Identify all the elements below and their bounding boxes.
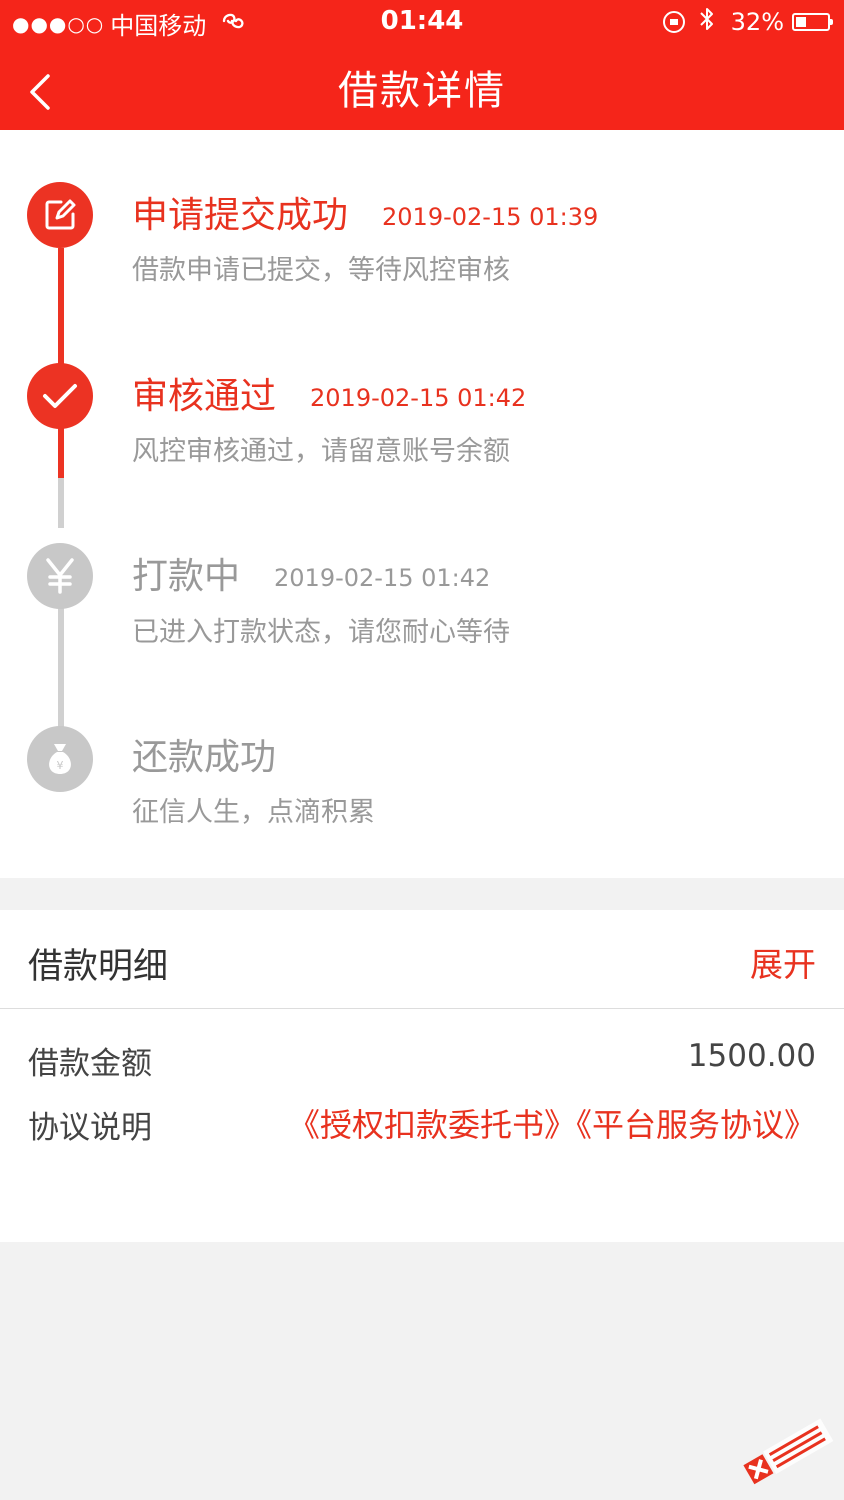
platform-service-agreement-link[interactable]: 《平台服务协议》 xyxy=(576,1106,816,1144)
loan-amount-label: 借款金额 xyxy=(28,1046,152,1082)
timeline-step-title: 审核通过 2019-02-15 01:42 xyxy=(132,376,527,417)
loan-details-header: 借款明细 展开 xyxy=(0,910,844,1009)
loan-details-title: 借款明细 xyxy=(28,947,169,987)
loan-progress-timeline: 申请提交成功 2019-02-15 01:39 借款申请已提交，等待风控审核 审核… xyxy=(0,130,844,878)
expand-button[interactable]: 展开 xyxy=(750,938,816,986)
timeline-step-desc: 风控审核通过，请留意账号余额 xyxy=(132,436,510,467)
battery-icon xyxy=(792,13,833,31)
loan-details-card: 借款明细 展开 借款金额 1500.00 协议说明 《授权扣款委托书》《平台服务… xyxy=(0,910,844,1242)
timeline-step-time: 2019-02-15 01:42 xyxy=(274,564,491,592)
timeline-step-time: 2019-02-15 01:42 xyxy=(310,384,527,412)
app-header: ●●●○○ 中国移动 01:44 32% 借款详情 xyxy=(0,0,844,130)
timeline-connector-pending xyxy=(58,600,64,730)
loan-amount-value: 1500.00 xyxy=(687,1038,816,1074)
agreement-links: 《授权扣款委托书》《平台服务协议》 xyxy=(288,1100,816,1146)
page-title: 借款详情 xyxy=(338,68,506,114)
timeline-connector-pending xyxy=(58,478,64,528)
check-icon xyxy=(27,363,93,429)
timeline-step-desc: 征信人生，点滴积累 xyxy=(132,797,375,828)
money-bag-icon: ¥ xyxy=(27,726,93,792)
timeline-step-title: 申请提交成功 2019-02-15 01:39 xyxy=(132,195,599,236)
timeline-step-time: 2019-02-15 01:39 xyxy=(382,203,599,231)
battery-percentage: 32% xyxy=(730,8,784,36)
watermark-logo xyxy=(736,1416,836,1486)
timeline-step-desc: 已进入打款状态，请您耐心等待 xyxy=(132,617,510,648)
authorization-agreement-link[interactable]: 《授权扣款委托书》 xyxy=(288,1106,576,1144)
edit-icon xyxy=(27,182,93,248)
timeline-step-title: 还款成功 xyxy=(132,737,277,778)
agreement-label: 协议说明 xyxy=(28,1110,152,1146)
yen-icon xyxy=(27,543,93,609)
status-bar: ●●●○○ 中国移动 01:44 32% xyxy=(0,0,844,42)
bluetooth-icon xyxy=(699,6,715,38)
timeline-step-title: 打款中 2019-02-15 01:42 xyxy=(132,556,491,597)
svg-text:¥: ¥ xyxy=(57,759,64,772)
timeline-step-desc: 借款申请已提交，等待风控审核 xyxy=(132,255,510,286)
rotation-lock-icon xyxy=(662,11,685,33)
